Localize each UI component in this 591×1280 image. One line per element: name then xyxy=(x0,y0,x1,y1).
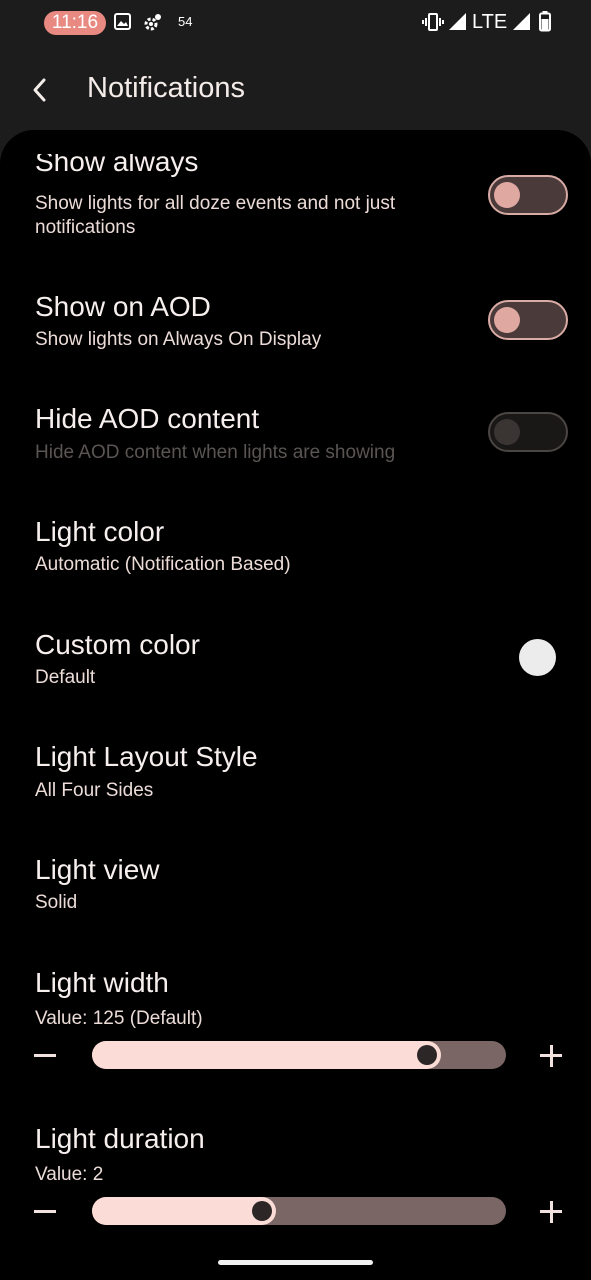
pref-title: Light color xyxy=(35,516,165,547)
pref-title: Custom color xyxy=(35,629,200,660)
image-icon xyxy=(114,13,131,30)
pref-title: Show always xyxy=(35,146,199,177)
settings-gear-icon xyxy=(144,14,161,31)
pref-title: Light view xyxy=(35,854,160,885)
signal-icon xyxy=(449,13,466,30)
app-bar: Notifications xyxy=(0,48,591,132)
signal-icon-secondary xyxy=(513,13,530,30)
notification-count: 54 xyxy=(178,14,193,29)
light-width-decrease-button[interactable] xyxy=(34,1054,56,1057)
show-always-toggle[interactable] xyxy=(488,175,568,215)
pref-title: Light width xyxy=(35,967,169,998)
status-time: 11:16 xyxy=(44,11,106,35)
pref-title: Show on AOD xyxy=(35,291,211,322)
pref-summary: Default xyxy=(35,667,96,688)
pref-summary: All Four Sides xyxy=(35,780,154,801)
pref-title: Light duration xyxy=(35,1123,205,1154)
pref-summary: Value: 125 (Default) xyxy=(35,1008,203,1029)
pref-title: Light Layout Style xyxy=(35,741,258,772)
slider-thumb[interactable] xyxy=(417,1045,437,1065)
pref-summary: Show lights on Always On Display xyxy=(35,329,322,350)
status-bar: 11:16 54 LTE xyxy=(0,0,591,48)
settings-list: Show always Show lights for all doze eve… xyxy=(0,130,591,1280)
page-title: Notifications xyxy=(87,72,245,104)
custom-color-swatch[interactable] xyxy=(519,639,556,676)
slider-fill xyxy=(92,1041,441,1069)
back-arrow-icon[interactable] xyxy=(22,70,58,110)
battery-icon xyxy=(539,11,551,32)
plus-icon xyxy=(549,1044,553,1067)
network-type: LTE xyxy=(472,11,508,33)
pref-summary: Show lights for all doze events and not … xyxy=(35,193,396,238)
slider-fill xyxy=(92,1197,276,1225)
gesture-nav-handle[interactable] xyxy=(218,1260,373,1265)
hide-aod-content-toggle xyxy=(488,412,568,452)
show-on-aod-toggle[interactable] xyxy=(488,300,568,340)
light-duration-decrease-button[interactable] xyxy=(34,1210,56,1213)
pref-summary: Automatic (Notification Based) xyxy=(35,554,291,575)
slider-thumb[interactable] xyxy=(252,1201,272,1221)
pref-summary: Solid xyxy=(35,892,78,913)
pref-summary: Value: 2 xyxy=(35,1164,104,1185)
plus-icon xyxy=(549,1200,553,1223)
light-width-slider[interactable] xyxy=(92,1041,506,1069)
vibrate-icon xyxy=(422,13,444,31)
light-duration-slider[interactable] xyxy=(92,1197,506,1225)
pref-title: Hide AOD content xyxy=(35,403,260,434)
pref-summary: Hide AOD content when lights are showing xyxy=(35,442,396,463)
